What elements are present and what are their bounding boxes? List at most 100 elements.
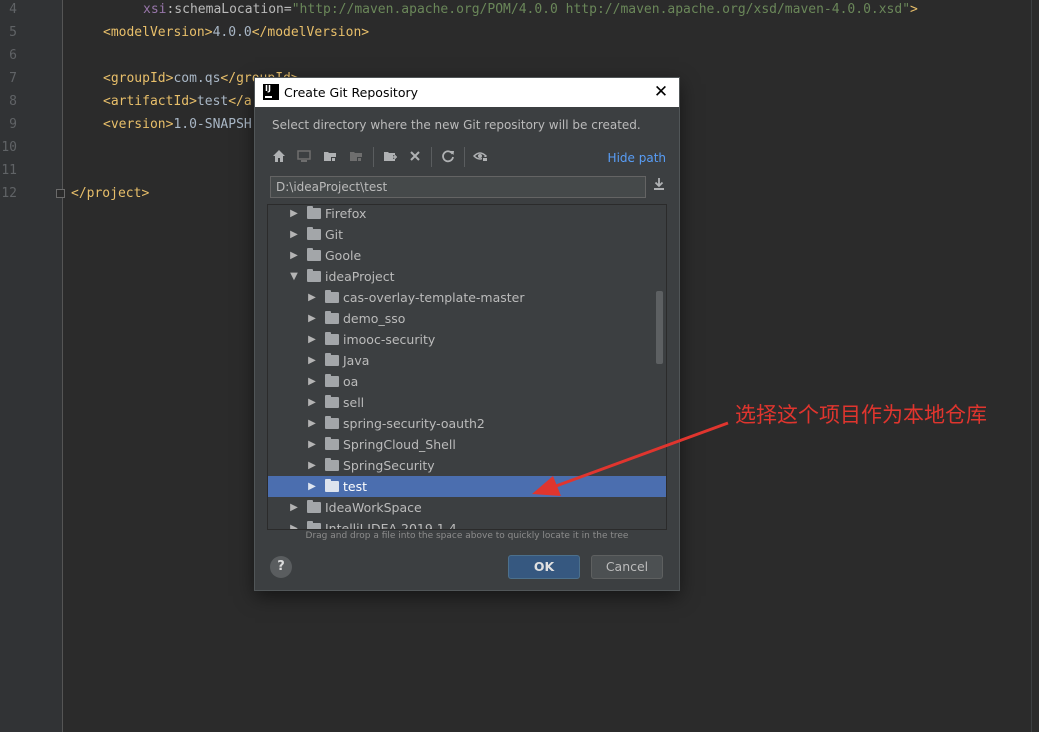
tree-item-label: SpringSecurity <box>343 458 435 473</box>
tree-item[interactable]: ▶ SpringSecurity <box>268 455 666 476</box>
code-line[interactable]: <modelVersion>4.0.0</modelVersion> <box>103 25 369 40</box>
collapsed-arrow-icon[interactable]: ▶ <box>306 434 318 455</box>
folder-icon <box>307 227 321 240</box>
folder-icon <box>307 248 321 261</box>
tree-item-label: IdeaWorkSpace <box>325 500 422 515</box>
tree-item[interactable]: ▶ demo_sso <box>268 308 666 329</box>
show-hidden-icon[interactable] <box>472 149 490 167</box>
collapsed-arrow-icon[interactable]: ▶ <box>288 518 300 529</box>
tree-item[interactable]: ▶ Git <box>268 224 666 245</box>
tree-scrollbar[interactable] <box>656 291 663 364</box>
module-folder-icon[interactable] <box>347 149 365 167</box>
tree-item-label: spring-security-oauth2 <box>343 416 485 431</box>
intellij-icon: IJ <box>263 84 279 100</box>
code-token: </project> <box>71 186 150 201</box>
tree-item[interactable]: ▶ test <box>268 476 666 497</box>
collapsed-arrow-icon[interactable]: ▶ <box>306 287 318 308</box>
close-icon[interactable]: ✕ <box>650 81 672 103</box>
dialog-titlebar: IJ Create Git Repository ✕ <box>255 78 679 107</box>
tree-item[interactable]: ▶ IdeaWorkSpace <box>268 497 666 518</box>
drag-drop-hint: Drag and drop a file into the space abov… <box>305 531 629 541</box>
collapsed-arrow-icon[interactable]: ▶ <box>306 392 318 413</box>
collapsed-arrow-icon[interactable]: ▶ <box>288 245 300 266</box>
new-folder-icon[interactable] <box>381 149 399 167</box>
collapsed-arrow-icon[interactable]: ▶ <box>288 497 300 518</box>
tree-item[interactable]: ▶ Java <box>268 350 666 371</box>
collapsed-arrow-icon[interactable]: ▶ <box>306 455 318 476</box>
tree-item[interactable]: ▶ oa <box>268 371 666 392</box>
tree-item[interactable]: ▶ sell <box>268 392 666 413</box>
folder-icon <box>307 521 321 529</box>
folder-icon <box>325 395 339 408</box>
folder-icon <box>325 416 339 429</box>
collapsed-arrow-icon[interactable]: ▶ <box>306 371 318 392</box>
tree-item[interactable]: ▶ SpringCloud_Shell <box>268 434 666 455</box>
ok-button[interactable]: OK <box>508 555 580 579</box>
hide-path-link[interactable]: Hide path <box>608 151 666 165</box>
collapsed-arrow-icon[interactable]: ▶ <box>306 350 318 371</box>
refresh-icon[interactable] <box>439 149 457 167</box>
tree-item-label: demo_sso <box>343 311 406 326</box>
tree-item-label: oa <box>343 374 359 389</box>
folder-icon <box>307 206 321 219</box>
line-number: 10 <box>1 140 17 155</box>
code-token: > <box>910 2 918 17</box>
folder-icon <box>325 458 339 471</box>
line-number: 9 <box>9 117 17 132</box>
collapsed-arrow-icon[interactable]: ▶ <box>306 476 318 497</box>
tree-item[interactable]: ▶ IntelliJ IDEA 2019.1.4 <box>268 518 666 529</box>
dialog-title: Create Git Repository <box>284 85 419 100</box>
tree-item[interactable]: ▶ cas-overlay-template-master <box>268 287 666 308</box>
tree-item-label: Goole <box>325 248 362 263</box>
tree-item[interactable]: ▼ ideaProject <box>268 266 666 287</box>
editor-right-edge <box>1031 0 1032 732</box>
tree-item-label: cas-overlay-template-master <box>343 290 525 305</box>
collapsed-arrow-icon[interactable]: ▶ <box>306 329 318 350</box>
delete-icon[interactable] <box>406 149 424 167</box>
folder-icon <box>307 500 321 513</box>
toolbar-separator <box>464 147 465 167</box>
line-number: 6 <box>9 48 17 63</box>
toolbar-separator <box>373 147 374 167</box>
tree-item[interactable]: ▶ spring-security-oauth2 <box>268 413 666 434</box>
collapsed-arrow-icon[interactable]: ▶ <box>306 308 318 329</box>
tree-item-label: Java <box>343 353 370 368</box>
directory-tree[interactable]: ▶ Firefox ▶ Git ▶ Goole ▼ ideaProject ▶ cas-overl… <box>267 204 667 530</box>
tree-item-label: test <box>343 479 368 494</box>
tree-item[interactable]: ▶ Goole <box>268 245 666 266</box>
path-input[interactable]: D:\ideaProject\test <box>270 176 646 198</box>
home-icon[interactable] <box>270 149 288 167</box>
collapsed-arrow-icon[interactable]: ▶ <box>288 224 300 245</box>
code-line[interactable]: <version>1.0-SNAPSH <box>103 117 252 132</box>
download-icon[interactable] <box>650 177 668 197</box>
help-button[interactable]: ? <box>270 556 292 578</box>
expanded-arrow-icon[interactable]: ▼ <box>288 266 300 287</box>
collapsed-arrow-icon[interactable]: ▶ <box>288 205 300 224</box>
file-chooser-toolbar: Hide path <box>270 143 668 173</box>
code-token: 4.0.0 <box>212 25 252 40</box>
code-line[interactable]: </project> <box>71 186 149 201</box>
line-number: 4 <box>9 2 17 17</box>
project-folder-icon[interactable] <box>321 149 339 167</box>
toolbar-separator <box>431 147 432 167</box>
code-token: 1.0-SNAPSH <box>173 117 252 132</box>
fold-marker-icon[interactable] <box>56 189 65 198</box>
collapsed-arrow-icon[interactable]: ▶ <box>306 413 318 434</box>
code-line[interactable]: <artifactId>test</a <box>103 94 252 109</box>
line-number: 5 <box>9 25 17 40</box>
tree-item[interactable]: ▶ imooc-security <box>268 329 666 350</box>
code-token: <modelVersion> <box>103 25 213 40</box>
folder-icon <box>325 290 339 303</box>
code-line[interactable]: xsi:schemaLocation="http://maven.apache.… <box>143 2 918 17</box>
cancel-button[interactable]: Cancel <box>591 555 663 579</box>
line-number: 8 <box>9 94 17 109</box>
code-token: :schemaLocation= <box>166 2 292 17</box>
desktop-icon[interactable] <box>295 149 313 167</box>
code-token: <groupId> <box>103 71 174 86</box>
folder-icon <box>325 437 339 450</box>
annotation-text: 选择这个项目作为本地仓库 <box>735 403 987 427</box>
tree-item-label: ideaProject <box>325 269 395 284</box>
tree-item[interactable]: ▶ Firefox <box>268 205 666 224</box>
editor-gutter <box>0 0 63 732</box>
folder-icon <box>325 374 339 387</box>
